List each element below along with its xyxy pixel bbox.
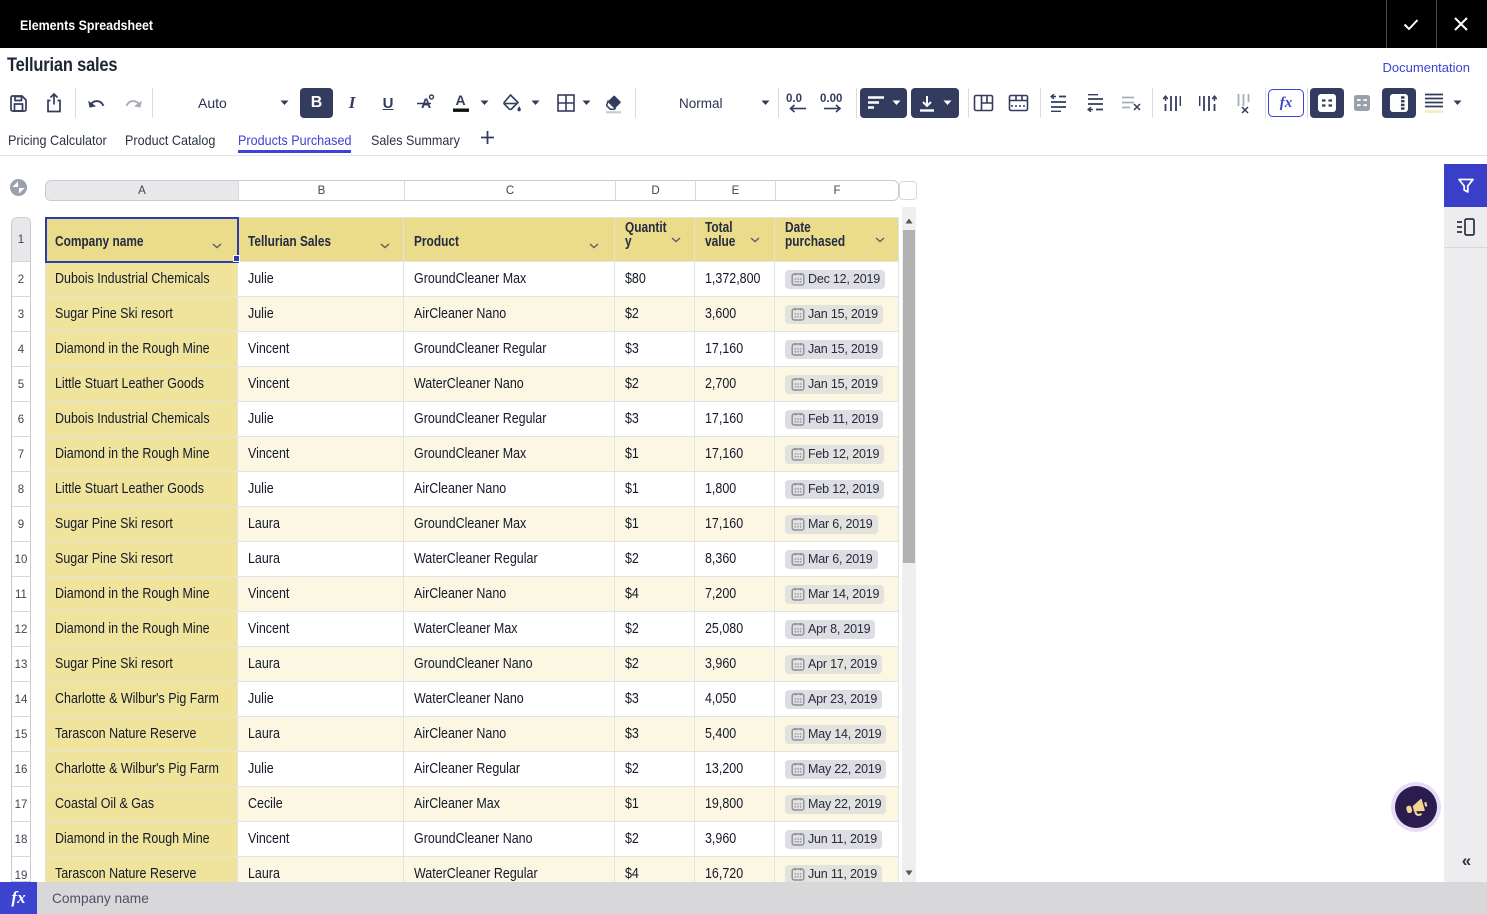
- svg-text:0.0: 0.0: [786, 93, 802, 105]
- svg-text:A: A: [456, 92, 466, 108]
- svg-text:0.00: 0.00: [820, 93, 842, 105]
